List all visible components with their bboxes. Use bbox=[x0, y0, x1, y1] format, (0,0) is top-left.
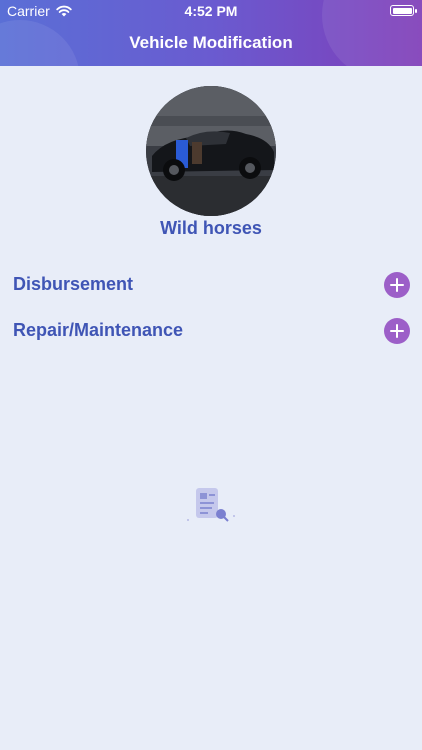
battery-icon bbox=[390, 5, 417, 16]
status-bar: Carrier 4:52 PM bbox=[0, 0, 422, 22]
vehicle-photo[interactable] bbox=[146, 86, 276, 216]
add-repair-maintenance-button[interactable] bbox=[384, 318, 410, 344]
navigation-header: Carrier 4:52 PM Vehicle Modification bbox=[0, 0, 422, 66]
add-disbursement-button[interactable] bbox=[384, 272, 410, 298]
section-disbursement[interactable]: Disbursement bbox=[0, 270, 422, 300]
section-label: Repair/Maintenance bbox=[13, 320, 184, 340]
section-repair-maintenance[interactable]: Repair/Maintenance bbox=[0, 316, 422, 346]
vehicle-name: Wild horses bbox=[160, 218, 262, 238]
clock: 4:52 PM bbox=[184, 3, 238, 19]
document-search-icon bbox=[187, 488, 235, 522]
section-label: Disbursement bbox=[13, 274, 134, 294]
car-photo bbox=[146, 86, 276, 216]
page-title: Vehicle Modification bbox=[129, 33, 293, 52]
